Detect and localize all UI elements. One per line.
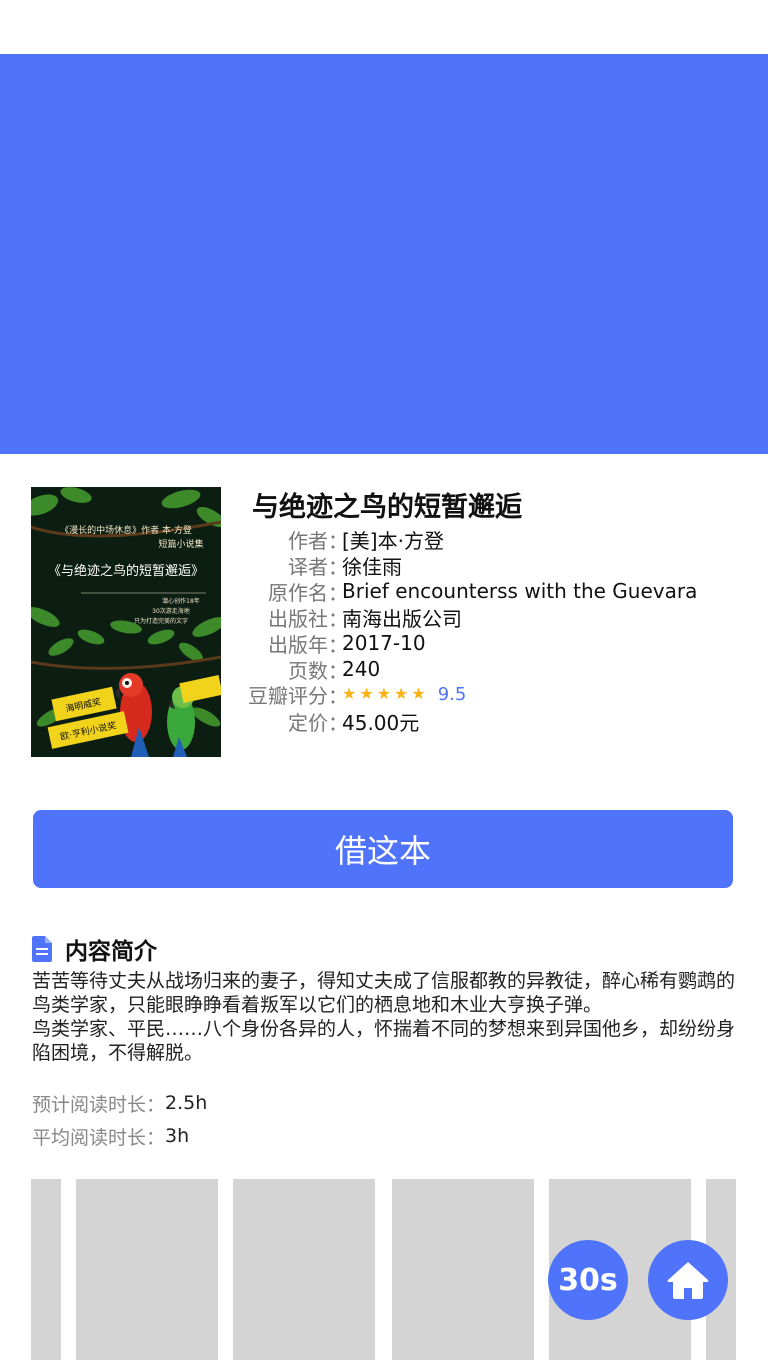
meta-label-price: 定价 xyxy=(232,707,348,736)
meta-value-author: [美]本·方登 xyxy=(342,528,444,553)
meta-value-publish-year: 2017-10 xyxy=(342,631,426,655)
home-button[interactable] xyxy=(648,1240,728,1320)
meta-value-translator: 徐佳雨 xyxy=(342,554,402,579)
average-reading-label: 平均阅读时长： xyxy=(32,1126,166,1149)
borrow-button[interactable]: 借这本 xyxy=(33,810,733,888)
average-reading-time: 平均阅读时长： 3h xyxy=(32,1122,189,1150)
meta-row-douban-rating: 豆瓣评分 ★ ★ ★ ★ ★ 9.5 xyxy=(232,680,467,709)
summary-heading: 内容简介 xyxy=(65,939,157,965)
summary-paragraph: 苦苦等待丈夫从战场归来的妻子，得知丈夫成了信服都教的异教徒，醉心稀有鹦鹉的鸟类学… xyxy=(32,970,736,1016)
meta-row-publisher: 出版社 南海出版公司 xyxy=(232,603,462,632)
cover-series: 短篇小说集 xyxy=(158,538,203,550)
home-icon xyxy=(667,1262,709,1299)
meta-row-author: 作者 [美]本·方登 xyxy=(232,525,444,554)
cover-tagline-1: 潜心创作18年 xyxy=(162,597,200,605)
meta-value-original-title: Brief encounterss with the Guevara xyxy=(342,579,698,603)
star-icon: ★ xyxy=(376,684,392,703)
average-reading-value: 3h xyxy=(165,1125,190,1147)
estimated-reading-value: 2.5h xyxy=(165,1092,208,1114)
meta-label-translator: 译者 xyxy=(232,551,348,580)
placeholder-card[interactable] xyxy=(392,1179,534,1360)
estimated-reading-label: 预计阅读时长： xyxy=(32,1093,166,1116)
rating-stars: ★ ★ ★ ★ ★ xyxy=(342,686,426,702)
document-icon xyxy=(32,936,52,962)
placeholder-card[interactable] xyxy=(31,1179,61,1360)
book-title: 与绝迹之鸟的短暂邂逅 xyxy=(252,492,522,523)
countdown-timer-button[interactable]: 30s xyxy=(548,1240,628,1320)
meta-row-publish-year: 出版年 2017-10 xyxy=(232,629,426,658)
meta-label-author: 作者 xyxy=(232,525,348,554)
cover-tagline-2: 30次游走海地 xyxy=(152,607,190,615)
meta-row-pages: 页数 240 xyxy=(232,655,380,684)
meta-row-price: 定价 45.00元 xyxy=(232,707,420,736)
star-icon: ★ xyxy=(394,684,409,703)
meta-row-original-title: 原作名 Brief encounterss with the Guevara xyxy=(232,577,698,606)
placeholder-card[interactable] xyxy=(76,1179,218,1360)
summary-paragraph: 鸟类学家、平民……八个身份各异的人，怀揣着不同的梦想来到异国他乡，却纷纷身陷困境… xyxy=(32,1018,736,1064)
meta-label-publish-year: 出版年 xyxy=(232,629,348,658)
meta-label-publisher: 出版社 xyxy=(232,603,348,632)
placeholder-card[interactable] xyxy=(233,1179,375,1360)
book-cover-image: 《漫长的中场休息》作者 本·方登 短篇小说集 《与绝迹之鸟的短暂邂逅》 潜心创作… xyxy=(31,487,221,757)
cover-subtitle: 《漫长的中场休息》作者 本·方登 xyxy=(60,524,192,536)
meta-row-translator: 译者 徐佳雨 xyxy=(232,551,402,580)
star-icon: ★ xyxy=(359,684,374,703)
top-banner xyxy=(0,54,768,454)
meta-value-douban-rating: 9.5 xyxy=(437,683,467,705)
summary-header: 内容简介 xyxy=(32,932,157,966)
summary-text: 苦苦等待丈夫从战场归来的妻子，得知丈夫成了信服都教的异教徒，醉心稀有鹦鹉的鸟类学… xyxy=(32,969,738,1065)
estimated-reading-time: 预计阅读时长： 2.5h xyxy=(32,1089,207,1117)
meta-label-original-title: 原作名 xyxy=(232,577,348,606)
cover-title: 《与绝迹之鸟的短暂邂逅》 xyxy=(48,563,204,579)
meta-value-publisher: 南海出版公司 xyxy=(342,606,462,631)
meta-value-price: 45.00元 xyxy=(342,710,420,735)
meta-label-douban-rating: 豆瓣评分 xyxy=(232,680,348,709)
star-icon: ★ xyxy=(411,684,426,703)
cover-tagline-3: 只为打造完美的文字 xyxy=(134,617,188,625)
